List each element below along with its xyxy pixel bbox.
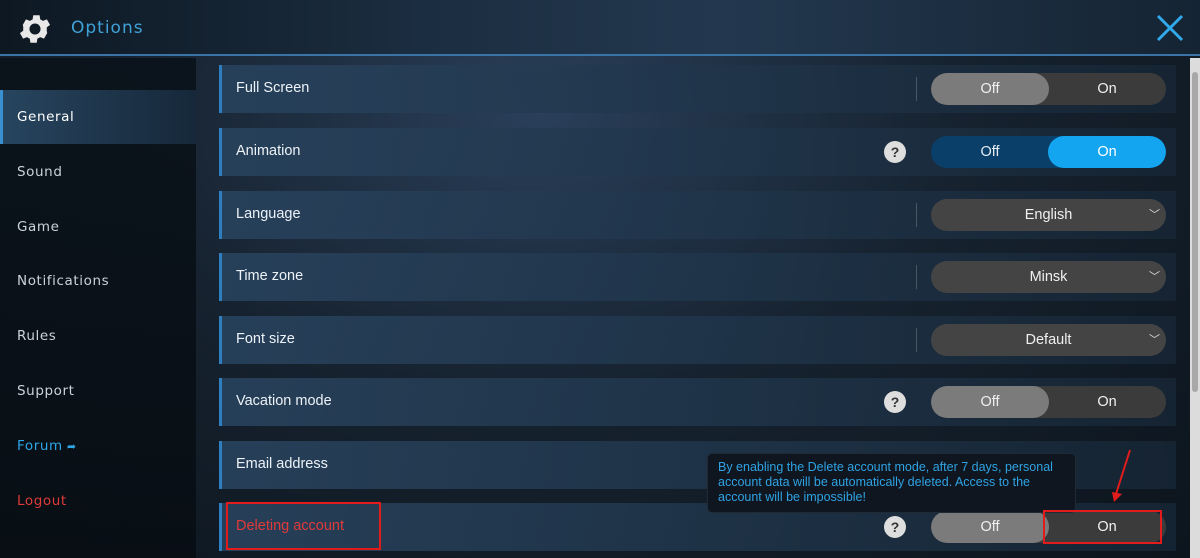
toggle-off-option[interactable]: Off (931, 73, 1049, 105)
sidebar-item-game[interactable]: Game (0, 200, 196, 254)
toggle-off-option[interactable]: Off (931, 386, 1049, 418)
sidebar-item-label: Logout (17, 493, 67, 509)
sidebar-item-label: Notifications (17, 273, 110, 289)
language-select[interactable]: English ﹀ (931, 199, 1166, 231)
sidebar-item-label: Forum (17, 438, 63, 454)
sidebar-item-rules[interactable]: Rules (0, 309, 196, 363)
select-value: English (1024, 207, 1073, 223)
toggle-on-option[interactable]: On (1048, 386, 1166, 418)
setting-label: Animation (236, 143, 301, 159)
divider (916, 77, 917, 101)
sidebar-item-support[interactable]: Support (0, 364, 196, 418)
setting-row-font-size: Font size Default ﹀ (219, 316, 1176, 364)
font-size-select[interactable]: Default ﹀ (931, 324, 1166, 356)
annotation-arrow-icon (1112, 449, 1131, 502)
external-link-icon: ➦ (66, 440, 77, 453)
delete-account-tooltip: By enabling the Delete account mode, aft… (707, 453, 1076, 513)
sidebar-item-label: Sound (17, 164, 63, 180)
help-icon[interactable]: ? (884, 141, 906, 163)
setting-row-language: Language English ﹀ (219, 191, 1176, 239)
setting-label: Font size (236, 331, 295, 347)
full-screen-toggle[interactable]: Off On (931, 73, 1166, 105)
toggle-off-option[interactable]: Off (931, 136, 1049, 168)
setting-row-time-zone: Time zone Minsk ﹀ (219, 253, 1176, 301)
toggle-off-option[interactable]: Off (931, 511, 1049, 543)
setting-row-animation: Animation ? Off On (219, 128, 1176, 176)
sidebar-item-notifications[interactable]: Notifications (0, 254, 196, 308)
sidebar: General Sound Game Notifications Rules S… (0, 58, 196, 558)
setting-row-full-screen: Full Screen Off On (219, 65, 1176, 113)
select-value: Minsk (1029, 269, 1068, 285)
divider (916, 328, 917, 352)
chevron-down-icon: ﹀ (1149, 271, 1160, 283)
chevron-down-icon: ﹀ (1149, 209, 1160, 221)
animation-toggle[interactable]: Off On (931, 136, 1166, 168)
page-title: Options (71, 18, 144, 38)
sidebar-item-general[interactable]: General (0, 90, 196, 144)
help-icon[interactable]: ? (884, 391, 906, 413)
toggle-on-option[interactable]: On (1048, 136, 1166, 168)
sidebar-item-sound[interactable]: Sound (0, 145, 196, 199)
select-value: Default (1025, 332, 1072, 348)
options-header: Options (0, 0, 1200, 56)
help-icon[interactable]: ? (884, 516, 906, 538)
sidebar-item-label: Game (17, 219, 60, 235)
sidebar-item-forum[interactable]: Forum ➦ (0, 419, 196, 473)
sidebar-item-label: Support (17, 383, 75, 399)
annotation-box-on (1043, 510, 1162, 544)
divider (916, 203, 917, 227)
setting-label: Email address (236, 456, 328, 472)
annotation-box-label (226, 502, 381, 550)
sidebar-item-logout[interactable]: Logout (0, 474, 196, 528)
setting-row-vacation-mode: Vacation mode ? Off On (219, 378, 1176, 426)
sidebar-item-label: General (17, 109, 75, 125)
setting-label: Language (236, 206, 301, 222)
sidebar-item-label: Rules (17, 328, 57, 344)
setting-label: Vacation mode (236, 393, 332, 409)
setting-label: Time zone (236, 268, 304, 284)
vacation-mode-toggle[interactable]: Off On (931, 386, 1166, 418)
time-zone-select[interactable]: Minsk ﹀ (931, 261, 1166, 293)
setting-label: Full Screen (236, 80, 310, 96)
scrollbar-thumb[interactable] (1192, 72, 1198, 392)
divider (916, 265, 917, 289)
gear-icon (19, 15, 51, 43)
toggle-on-option[interactable]: On (1048, 73, 1166, 105)
close-icon[interactable] (1152, 10, 1188, 46)
chevron-down-icon: ﹀ (1149, 334, 1160, 346)
